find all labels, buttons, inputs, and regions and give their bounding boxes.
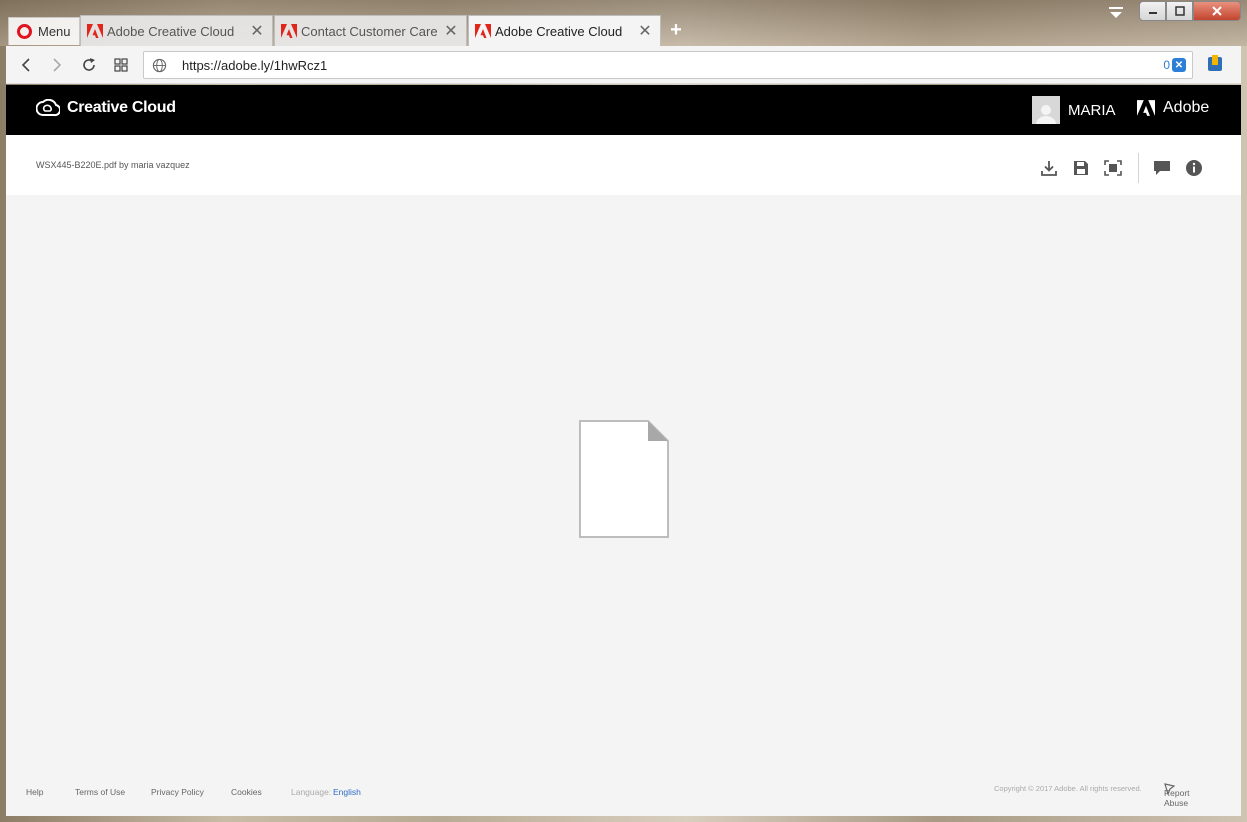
info-button[interactable] (1183, 157, 1205, 179)
help-link[interactable]: Help (26, 787, 43, 797)
download-button[interactable] (1038, 157, 1060, 179)
adobe-favicon-icon (87, 24, 103, 38)
cookies-link[interactable]: Cookies (231, 787, 262, 797)
tab-bar: Menu Adobe Creative Cloud ✕ Contact Cust… (0, 0, 1247, 46)
language-label: Language: (291, 787, 332, 797)
product-title: Creative Cloud (67, 99, 176, 116)
opera-logo-icon (17, 24, 32, 39)
file-toolbar: WSX445-B220E.pdf by maria vazquez (6, 135, 1241, 195)
globe-icon (144, 58, 174, 73)
fullscreen-button[interactable] (1102, 157, 1124, 179)
creative-cloud-header: Creative Cloud MARIA Adobe (6, 85, 1241, 135)
tab-title: Adobe Creative Cloud (495, 23, 623, 39)
minimize-icon (1148, 12, 1157, 14)
tab-title: Contact Customer Care (301, 23, 438, 39)
minimize-button[interactable] (1139, 1, 1166, 21)
forward-button[interactable] (46, 54, 68, 76)
download-icon (1041, 161, 1057, 176)
tab-adobe-creative-cloud-1[interactable]: Adobe Creative Cloud ✕ (80, 15, 273, 46)
reload-icon (83, 58, 95, 71)
comments-button[interactable] (1151, 157, 1173, 179)
report-abuse-label: Report Abuse (1164, 788, 1190, 808)
adobe-favicon-icon (475, 24, 491, 38)
menu-label: Menu (38, 24, 71, 39)
creative-cloud-icon (36, 99, 60, 117)
url-field[interactable]: https://adobe.ly/1hwRcz1 0 ✕ (143, 51, 1193, 79)
adblock-shield-icon[interactable]: ✕ (1172, 58, 1186, 72)
info-icon (1186, 160, 1202, 176)
browser-window: Menu Adobe Creative Cloud ✕ Contact Cust… (0, 0, 1247, 822)
terms-link[interactable]: Terms of Use (75, 787, 125, 797)
adobe-logo-icon (1137, 100, 1155, 116)
back-arrow-icon (21, 58, 30, 72)
user-silhouette-icon (1036, 105, 1056, 124)
maximize-icon (1174, 6, 1185, 16)
browser-menu-button[interactable]: Menu (8, 17, 80, 45)
forward-arrow-icon (53, 58, 62, 72)
tab-title: Adobe Creative Cloud (107, 23, 235, 39)
save-icon (1074, 161, 1088, 175)
document-placeholder-icon (579, 420, 669, 538)
toolbar-divider (1138, 153, 1139, 183)
tab-adobe-creative-cloud-active[interactable]: Adobe Creative Cloud ✕ (468, 15, 661, 46)
reload-button[interactable] (78, 54, 100, 76)
privacy-link[interactable]: Privacy Policy (151, 787, 204, 797)
user-name: MARIA (1068, 101, 1116, 119)
report-abuse-link[interactable]: Report Abuse (1164, 783, 1190, 808)
avatar (1032, 96, 1060, 124)
file-name: WSX445-B220E.pdf by maria vazquez (36, 160, 190, 170)
extension-icon[interactable] (1207, 55, 1223, 73)
file-actions (1038, 153, 1215, 183)
tab-close-icon[interactable]: ✕ (444, 21, 458, 41)
close-icon (1212, 6, 1222, 16)
blocked-ads-count: 0 (1163, 58, 1170, 72)
close-window-button[interactable] (1193, 1, 1241, 21)
window-controls (1139, 1, 1241, 21)
fullscreen-icon (1104, 160, 1122, 176)
comment-icon (1154, 161, 1170, 175)
back-button[interactable] (15, 54, 37, 76)
copyright-text: Copyright © 2017 Adobe. All rights reser… (994, 784, 1142, 793)
user-menu[interactable]: MARIA (1032, 96, 1116, 124)
tab-menu-icon[interactable] (1107, 5, 1125, 21)
adobe-logo[interactable]: Adobe (1136, 99, 1209, 117)
tab-close-icon[interactable]: ✕ (638, 21, 652, 41)
adobe-favicon-icon (281, 24, 297, 38)
url-text[interactable]: https://adobe.ly/1hwRcz1 (174, 58, 1163, 73)
tab-contact-customer-care[interactable]: Contact Customer Care ✕ (274, 15, 467, 46)
save-button[interactable] (1070, 157, 1092, 179)
new-tab-button[interactable]: + (668, 20, 684, 40)
web-page: Creative Cloud MARIA Adobe WSX445-B220E.… (6, 85, 1241, 816)
adobe-label: Adobe (1163, 99, 1210, 116)
language-selector[interactable]: English (333, 787, 361, 797)
speed-dial-button[interactable] (110, 54, 132, 76)
creative-cloud-logo[interactable]: Creative Cloud (36, 99, 176, 117)
maximize-button[interactable] (1166, 1, 1193, 21)
address-bar-row: https://adobe.ly/1hwRcz1 0 ✕ (6, 46, 1241, 84)
tab-close-icon[interactable]: ✕ (250, 21, 264, 41)
grid-icon (114, 58, 128, 72)
page-footer: Help Terms of Use Privacy Policy Cookies… (6, 782, 1241, 808)
